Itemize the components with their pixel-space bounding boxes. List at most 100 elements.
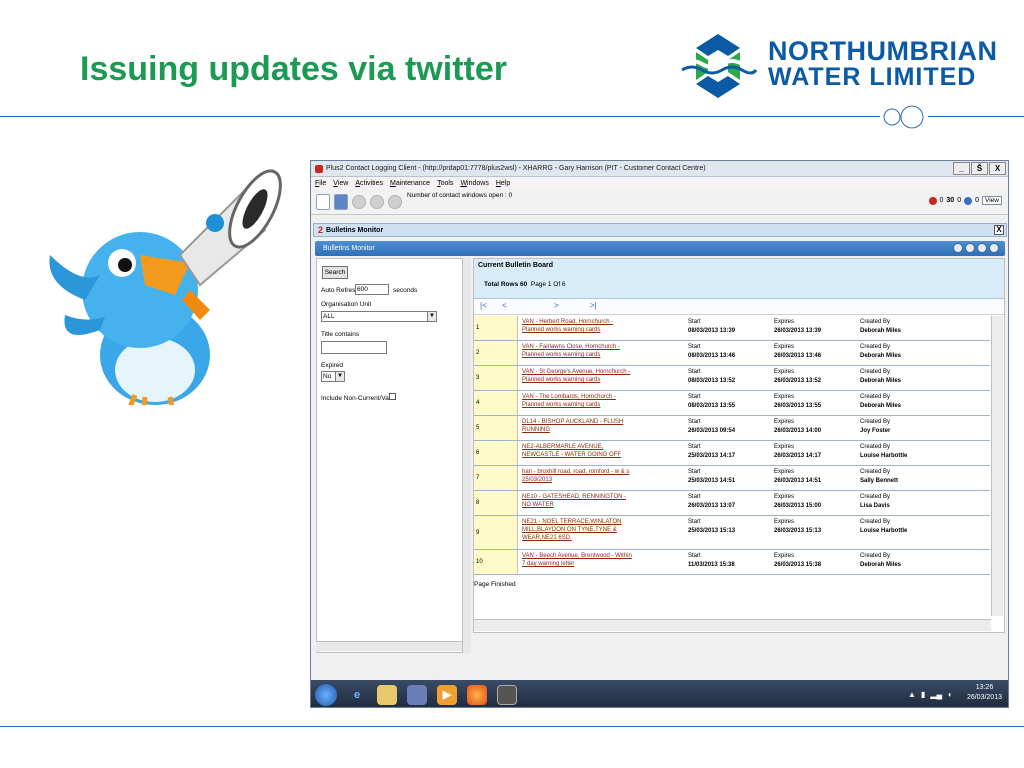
table-row[interactable]: 6 NE2-ALBERMARLE AVENUE, NEWCASTLE - WATE… xyxy=(474,441,990,466)
bulletin-title-link[interactable]: NE10 - GATESHEAD, RENNINGTON - NO WATER xyxy=(522,493,632,509)
include-non-current-checkbox[interactable] xyxy=(389,393,396,400)
start-cell: Start 08/03/2013 13:46 xyxy=(688,343,735,361)
menu-tools[interactable]: Tools xyxy=(437,180,453,187)
expires-cell: Expires 26/03/2013 13:55 xyxy=(774,393,821,411)
row-index: 6 xyxy=(474,441,518,465)
new-document-icon[interactable] xyxy=(316,193,330,210)
pen-icon[interactable] xyxy=(407,684,427,705)
start-button[interactable] xyxy=(315,683,337,706)
view-button[interactable]: View xyxy=(982,196,1002,205)
bulletin-title-link[interactable]: DL14 - BISHOP AUCKLAND - FLUSH RUNNING xyxy=(522,418,632,434)
folder-icon[interactable] xyxy=(377,684,397,705)
disabled-tool-icon[interactable] xyxy=(352,194,366,209)
signal-icon[interactable]: ▂▄ xyxy=(930,690,942,699)
created-label: Created By xyxy=(860,494,891,500)
tray-expand-icon[interactable]: ▲ xyxy=(908,690,916,699)
menu-activities[interactable]: Activities xyxy=(355,180,383,187)
rings-decoration-icon xyxy=(883,105,924,129)
subwindow-number: 2 xyxy=(318,225,324,235)
start-cell: Start 08/03/2013 13:52 xyxy=(688,368,735,386)
bulletin-title-link[interactable]: VAN - Fairlawns Close, Hornchurch - Plan… xyxy=(522,343,632,359)
expires-label: Expires xyxy=(774,519,795,525)
org-unit-select[interactable]: ALL ▼ xyxy=(321,311,437,322)
filter-horizontal-scrollbar[interactable] xyxy=(316,641,462,651)
start-value: 26/03/2013 13:07 xyxy=(688,503,736,509)
bulletin-rows: 1 VAN - Herbert Road, Hornchurch - Planne… xyxy=(474,316,990,575)
bulletin-title-link[interactable]: VAN - Beech Avenue, Brentwood - Within 7… xyxy=(522,552,632,568)
volume-icon[interactable]: ◖ xyxy=(947,690,952,699)
menu-file[interactable]: File xyxy=(315,180,326,187)
expires-value: 26/03/2013 15:13 xyxy=(774,528,822,534)
clock[interactable]: 13:26 26/03/2013 xyxy=(967,683,1002,703)
bulletin-title-link[interactable]: VAN - St George's Avenue, Hornchurch - P… xyxy=(522,368,632,384)
table-row[interactable]: 10 VAN - Beech Avenue, Brentwood - Within… xyxy=(474,550,990,575)
row-index: 2 xyxy=(474,341,518,365)
auto-refresh-input[interactable]: 600 xyxy=(355,284,389,295)
search-button[interactable]: Search xyxy=(322,266,348,279)
created-label: Created By xyxy=(860,469,891,475)
start-label: Start xyxy=(688,394,701,400)
menu-maintenance[interactable]: Maintenance xyxy=(390,180,430,187)
back-icon[interactable] xyxy=(965,243,975,253)
start-label: Start xyxy=(688,444,701,450)
created-value: Louise Harbottle xyxy=(860,453,908,459)
prev-page-icon[interactable]: < xyxy=(502,301,507,310)
close-circle-icon[interactable] xyxy=(989,243,999,253)
bulletin-title-link[interactable]: han - broxhill road, road, romford - w &… xyxy=(522,468,632,484)
title-contains-input[interactable] xyxy=(321,341,387,354)
bulletin-title-link[interactable]: NE21 - NOEL TERRACE,WINLATON MILL,BLAYDO… xyxy=(522,518,632,542)
expires-cell: Expires 26/03/2013 15:38 xyxy=(774,552,821,570)
info-icon[interactable] xyxy=(964,196,973,205)
restore-button[interactable]: Š xyxy=(971,162,988,175)
expires-value: 26/03/2013 14:51 xyxy=(774,478,822,484)
bulletin-title-link[interactable]: VAN - The Lombards, Hornchurch - Planned… xyxy=(522,393,632,409)
last-page-icon[interactable]: >| xyxy=(590,301,597,310)
table-row[interactable]: 3 VAN - St George's Avenue, Hornchurch - … xyxy=(474,366,990,391)
subwindow-close-button[interactable]: X xyxy=(994,225,1004,235)
firefox-icon[interactable] xyxy=(467,684,487,705)
table-row[interactable]: 5 DL14 - BISHOP AUCKLAND - FLUSH RUNNING S… xyxy=(474,416,990,441)
start-cell: Start 25/03/2013 14:17 xyxy=(688,443,735,461)
expires-value: 26/03/2013 13:52 xyxy=(774,378,822,384)
help-icon[interactable] xyxy=(953,243,963,253)
first-page-icon[interactable]: |< xyxy=(480,301,487,310)
table-row[interactable]: 4 VAN - The Lombards, Hornchurch - Planne… xyxy=(474,391,990,416)
filter-vertical-scrollbar[interactable] xyxy=(462,258,471,653)
created-cell: Created By Louise Harbottle xyxy=(860,518,907,536)
created-cell: Created By Sally Bennett xyxy=(860,468,898,486)
table-row[interactable]: 7 han - broxhill road, road, romford - w … xyxy=(474,466,990,491)
table-row[interactable]: 9 NE21 - NOEL TERRACE,WINLATON MILL,BLAYD… xyxy=(474,516,990,550)
media-icon[interactable]: ▶ xyxy=(437,684,457,705)
header-rule-right xyxy=(928,116,1024,117)
next-page-icon[interactable]: > xyxy=(554,301,559,310)
menu-view[interactable]: View xyxy=(333,180,348,187)
table-row[interactable]: 8 NE10 - GATESHEAD, RENNINGTON - NO WATER… xyxy=(474,491,990,516)
created-value: Deborah Miles xyxy=(860,353,902,359)
board-horizontal-scrollbar[interactable] xyxy=(474,619,991,631)
created-value: Louise Harbottle xyxy=(860,528,908,534)
start-label: Start xyxy=(688,319,701,325)
contact-icon[interactable] xyxy=(334,193,348,210)
minimize-button[interactable]: _ xyxy=(953,162,970,175)
network-icon[interactable]: ▮ xyxy=(921,690,925,699)
board-vertical-scrollbar[interactable] xyxy=(991,316,1003,616)
table-row[interactable]: 2 VAN - Fairlawns Close, Hornchurch - Pla… xyxy=(474,341,990,366)
ie-icon[interactable]: e xyxy=(347,685,367,705)
disabled-tool-icon[interactable] xyxy=(388,194,402,209)
disabled-tool-icon[interactable] xyxy=(370,194,384,209)
menu-windows[interactable]: Windows xyxy=(460,180,488,187)
header-rule xyxy=(0,116,880,117)
bulletin-title-link[interactable]: NE2-ALBERMARLE AVENUE, NEWCASTLE - WATER… xyxy=(522,443,632,459)
expired-select[interactable]: No ▼ xyxy=(321,371,345,382)
forward-icon[interactable] xyxy=(977,243,987,253)
alert-icon[interactable] xyxy=(928,196,937,205)
menu-help[interactable]: Help xyxy=(496,180,510,187)
app-icon[interactable] xyxy=(497,684,517,705)
windows-taskbar: e ▶ ▲ ▮ ▂▄ ◖ 13:26 26/03/2013 xyxy=(311,680,1008,707)
bulletin-title-link[interactable]: VAN - Herbert Road, Hornchurch - Planned… xyxy=(522,318,632,334)
close-button[interactable]: X xyxy=(989,162,1006,175)
window-titlebar[interactable]: Plus2 Contact Logging Client - (http://p… xyxy=(311,161,1008,177)
table-row[interactable]: 1 VAN - Herbert Road, Hornchurch - Planne… xyxy=(474,316,990,341)
created-label: Created By xyxy=(860,553,891,559)
bulletins-subwindow-bar: 2 Bulletins Monitor X xyxy=(313,223,1007,237)
